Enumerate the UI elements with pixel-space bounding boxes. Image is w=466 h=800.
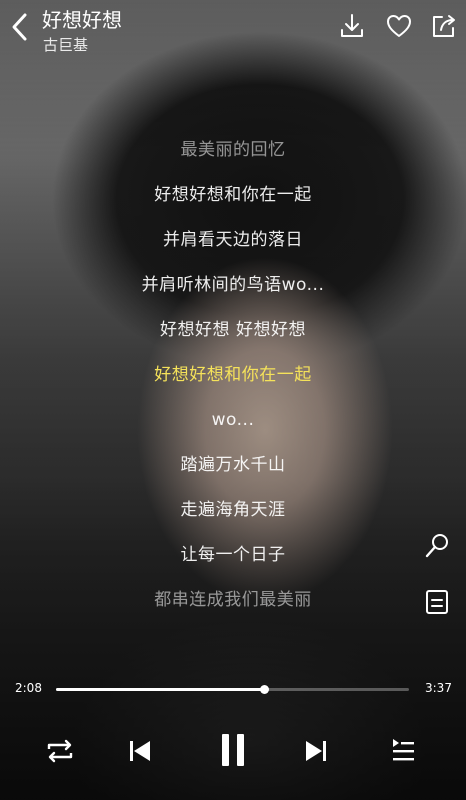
play-mode-button[interactable] — [43, 734, 77, 768]
share-button[interactable] — [430, 12, 458, 40]
search-icon — [425, 534, 448, 558]
lyric-line: 踏遍万水千山 — [180, 455, 286, 475]
lyric-line: wo... — [211, 410, 255, 430]
artist-name[interactable]: 古巨基 — [43, 34, 88, 55]
download-icon — [341, 14, 363, 37]
playback-progress: 2:08 3:37 — [0, 676, 466, 702]
lyric-line: 并肩看天边的落日 — [163, 230, 303, 250]
song-title: 好想好想 — [42, 8, 122, 32]
playlist-icon — [393, 739, 414, 761]
total-duration: 3:37 — [425, 681, 452, 695]
seek-thumb[interactable] — [260, 685, 270, 694]
favorite-button[interactable] — [385, 12, 413, 40]
lyric-line: 并肩听林间的鸟语wo... — [141, 275, 325, 295]
lyrics-poster-button[interactable] — [422, 587, 452, 617]
repeat-icon — [47, 739, 73, 763]
lyric-line: 都串连成我们最美丽 — [154, 590, 312, 610]
lyric-line: 让每一个日子 — [180, 545, 286, 565]
elapsed-time: 2:08 — [15, 681, 42, 695]
lyrics-panel[interactable]: 最美丽的回忆 好想好想和你在一起 并肩看天边的落日 并肩听林间的鸟语wo... … — [0, 128, 466, 623]
seek-bar-fill — [56, 688, 265, 691]
lyric-line: 走遍海角天涯 — [180, 500, 286, 520]
document-icon — [426, 590, 448, 614]
pause-button[interactable] — [213, 730, 253, 770]
lyric-line: 好想好想和你在一起 — [154, 185, 312, 205]
chevron-left-icon — [12, 13, 27, 41]
player-header: 好想好想 古巨基 — [0, 0, 466, 60]
pause-icon — [222, 734, 244, 766]
lyrics-search-button[interactable] — [422, 531, 452, 561]
playback-controls — [0, 728, 466, 776]
skip-previous-icon — [130, 741, 150, 761]
back-button[interactable] — [8, 10, 32, 44]
skip-next-icon — [306, 741, 326, 761]
download-button[interactable] — [338, 12, 366, 40]
heart-icon — [387, 15, 411, 37]
playlist-button[interactable] — [386, 734, 420, 768]
next-button[interactable] — [299, 734, 333, 768]
previous-button[interactable] — [123, 734, 157, 768]
lyric-line: 最美丽的回忆 — [180, 140, 286, 160]
current-lyric-line: 好想好想和你在一起 — [154, 365, 312, 385]
lyric-line: 好想好想 好想好想 — [160, 320, 306, 340]
seek-bar[interactable] — [56, 685, 409, 694]
share-icon — [433, 15, 455, 37]
